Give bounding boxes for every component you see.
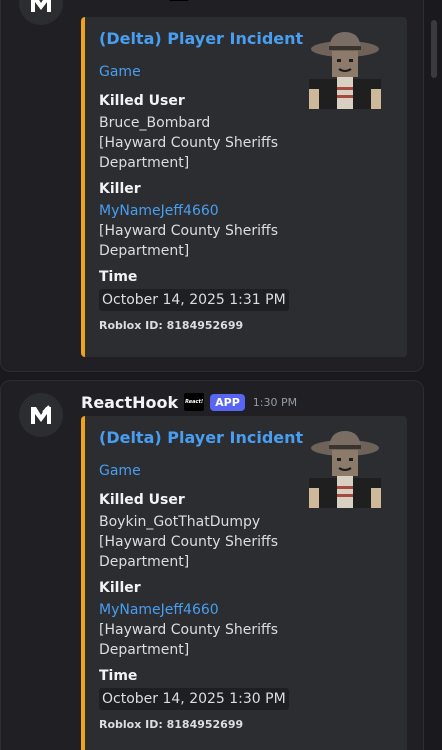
scrollbar-thumb[interactable]: [431, 20, 437, 78]
field-name: Killed User: [99, 93, 185, 109]
field-value: Boykin_GotThatDumpy [Hayward County Sher…: [99, 514, 278, 570]
embed: (Delta) Player Incident Game Killed User…: [81, 17, 407, 357]
message-group: ReactHook React! APP 1:30 PM (Delta) Pla…: [0, 380, 424, 750]
embed-field-killed-user: Killed User Bruce_Bombard [Hayward Count…: [99, 91, 281, 173]
field-value: Bruce_Bombard [Hayward County Sheriffs D…: [99, 115, 278, 171]
message-group: (Delta) Player Incident Game Killed User…: [0, 0, 424, 372]
field-value: [Hayward County Sheriffs Department]: [99, 622, 278, 658]
message-header: [169, 0, 227, 1]
embed-footer: Roblox ID: 8184952699: [99, 319, 244, 332]
field-name: Time: [99, 269, 138, 285]
field-value-timestamp: October 14, 2025 1:31 PM: [99, 289, 289, 311]
reacthook-logo-icon: [31, 405, 51, 424]
username[interactable]: ReactHook: [81, 393, 178, 412]
reacthook-logo-icon: [31, 0, 51, 12]
killer-link[interactable]: MyNameJeff4660: [99, 600, 281, 620]
field-value: [Hayward County Sheriffs Department]: [99, 223, 278, 259]
embed-field-time: Time October 14, 2025 1:30 PM: [99, 666, 289, 710]
embed-field-killer: Killer MyNameJeff4660 [Hayward County Sh…: [99, 179, 281, 261]
bot-tag-icon: React!: [184, 393, 205, 411]
field-name: Killer: [99, 181, 141, 197]
embed-field-killed-user: Killed User Boykin_GotThatDumpy [Hayward…: [99, 490, 281, 572]
message-header: ReactHook React! APP 1:30 PM: [81, 391, 297, 413]
field-name: Killed User: [99, 492, 185, 508]
field-name: Killer: [99, 580, 141, 596]
embed-field-time: Time October 14, 2025 1:31 PM: [99, 267, 289, 311]
field-name: Time: [99, 668, 138, 684]
roblox-cowboy-avatar-icon[interactable]: [299, 29, 391, 111]
embed: (Delta) Player Incident Game Killed User…: [81, 416, 407, 750]
chat-view: (Delta) Player Incident Game Killed User…: [0, 0, 442, 750]
scrollbar[interactable]: [424, 0, 442, 750]
avatar[interactable]: [19, 0, 63, 25]
roblox-cowboy-avatar-icon[interactable]: [299, 428, 391, 510]
field-value-timestamp: October 14, 2025 1:30 PM: [99, 688, 289, 710]
avatar[interactable]: [19, 393, 63, 437]
app-badge: APP: [210, 393, 245, 411]
killer-link[interactable]: MyNameJeff4660: [99, 201, 281, 221]
embed-footer: Roblox ID: 8184952699: [99, 718, 244, 731]
message-timestamp: 1:30 PM: [252, 395, 298, 409]
embed-field-killer: Killer MyNameJeff4660 [Hayward County Sh…: [99, 578, 281, 660]
bot-tag-icon: [169, 0, 189, 1]
